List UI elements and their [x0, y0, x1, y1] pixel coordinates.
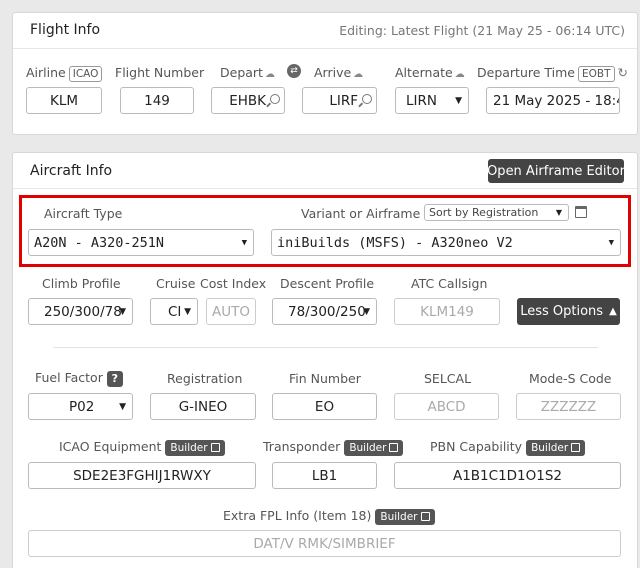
weather-icon[interactable]: ☁: [353, 69, 363, 80]
airline-label: Airline ICAO: [26, 65, 103, 82]
flight-number-input[interactable]: 149: [120, 87, 194, 114]
registration-input[interactable]: G-INEO: [150, 393, 256, 420]
swap-icon[interactable]: ⇄: [287, 64, 301, 78]
departure-time-input[interactable]: 21 May 2025 - 18:45: [486, 87, 620, 114]
registration-label: Registration: [167, 371, 243, 386]
descent-profile-select[interactable]: 78/300/250 ▼: [272, 298, 377, 325]
chevron-down-icon: ▼: [119, 402, 126, 412]
external-link-icon: [420, 511, 430, 521]
flight-info-title: Flight Info: [30, 22, 101, 38]
depart-label: Depart ☁: [220, 65, 275, 80]
icao-equipment-label: ICAO Equipment Builder: [59, 439, 225, 456]
editing-status: Editing: Latest Flight (21 May 25 - 06:1…: [339, 23, 625, 38]
fuel-factor-select[interactable]: P02 ▼: [28, 393, 133, 420]
fin-number-label: Fin Number: [289, 371, 361, 386]
chevron-down-icon: ▼: [363, 307, 370, 317]
chevron-down-icon: ▼: [608, 238, 614, 248]
departure-time-label: Departure Time EOBT ↻: [477, 65, 629, 82]
sort-select[interactable]: Sort by Registration ▼: [424, 204, 569, 221]
cost-index-input[interactable]: AUTO: [206, 298, 256, 325]
chevron-down-icon: ▼: [555, 208, 562, 217]
aircraft-type-label: Aircraft Type: [44, 206, 123, 221]
climb-profile-label: Climb Profile: [42, 276, 121, 291]
arrive-label: Arrive ☁: [314, 65, 364, 80]
icao-equipment-builder-button[interactable]: Builder: [165, 439, 225, 456]
descent-profile-label: Descent Profile: [280, 276, 375, 291]
atc-callsign-input[interactable]: KLM149: [394, 298, 500, 325]
selcal-label: SELCAL: [424, 371, 472, 386]
search-icon[interactable]: [362, 94, 372, 104]
help-icon[interactable]: ?: [106, 370, 123, 387]
mode-s-label: Mode-S Code: [529, 371, 612, 386]
variant-label: Variant or Airframe: [301, 206, 421, 221]
pbn-builder-button[interactable]: Builder: [526, 439, 586, 456]
extra-fpl-label: Extra FPL Info (Item 18) Builder: [223, 508, 435, 525]
transponder-label: Transponder Builder: [263, 439, 404, 456]
less-options-button[interactable]: Less Options ▲: [517, 298, 620, 325]
cost-index-label: Cost Index: [200, 276, 267, 291]
open-airframe-editor-button[interactable]: Open Airframe Editor: [487, 159, 625, 183]
cruise-select[interactable]: CI ▼: [150, 298, 198, 325]
flight-number-label: Flight Number: [115, 65, 205, 80]
weather-icon[interactable]: ☁: [265, 69, 275, 80]
search-icon[interactable]: [270, 94, 280, 104]
calendar-icon[interactable]: [575, 206, 587, 218]
depart-input[interactable]: EHBK: [211, 87, 285, 114]
transponder-input[interactable]: LB1: [272, 462, 377, 489]
flight-info-header: Flight Info Editing: Latest Flight (21 M…: [13, 13, 637, 49]
selcal-input[interactable]: ABCD: [394, 393, 499, 420]
atc-callsign-label: ATC Callsign: [411, 276, 488, 291]
eobt-toggle[interactable]: EOBT: [578, 66, 615, 82]
external-link-icon: [389, 442, 399, 452]
extra-fpl-input[interactable]: DAT/V RMK/SIMBRIEF: [28, 530, 621, 557]
fin-number-input[interactable]: EO: [272, 393, 377, 420]
divider: [53, 347, 598, 348]
chevron-down-icon: ▼: [241, 238, 247, 248]
flight-info-card: Flight Info Editing: Latest Flight (21 M…: [12, 12, 638, 135]
aircraft-type-select[interactable]: A20N - A320-251N ▼: [28, 229, 254, 256]
arrive-input[interactable]: LIRF: [302, 87, 377, 114]
external-link-icon: [210, 442, 220, 452]
alternate-label: Alternate ☁: [395, 65, 465, 80]
chevron-down-icon: ▼: [455, 96, 462, 106]
mode-s-input[interactable]: ZZZZZZ: [516, 393, 621, 420]
alternate-select[interactable]: LIRN ▼: [395, 87, 469, 114]
refresh-icon[interactable]: ↻: [618, 65, 628, 80]
icao-equipment-input[interactable]: SDE2E3FGHIJ1RWXY: [28, 462, 256, 489]
variant-select[interactable]: iniBuilds (MSFS) - A320neo V2 ▼: [271, 229, 621, 256]
pbn-capability-label: PBN Capability Builder: [430, 439, 586, 456]
cruise-label: Cruise: [156, 276, 196, 291]
airline-input[interactable]: KLM: [26, 87, 102, 114]
external-link-icon: [571, 442, 581, 452]
fuel-factor-label: Fuel Factor?: [35, 370, 123, 387]
extra-fpl-builder-button[interactable]: Builder: [375, 508, 435, 525]
chevron-down-icon: ▼: [119, 307, 126, 317]
chevron-up-icon: ▲: [609, 306, 617, 317]
weather-icon[interactable]: ☁: [455, 69, 465, 80]
aircraft-info-title: Aircraft Info: [30, 163, 113, 179]
climb-profile-select[interactable]: 250/300/78 ▼: [28, 298, 133, 325]
pbn-capability-input[interactable]: A1B1C1D1O1S2: [394, 462, 621, 489]
aircraft-info-card: Aircraft Info Open Airframe Editor Aircr…: [12, 152, 638, 568]
icao-toggle[interactable]: ICAO: [68, 66, 103, 82]
chevron-down-icon: ▼: [184, 307, 191, 317]
transponder-builder-button[interactable]: Builder: [344, 439, 404, 456]
